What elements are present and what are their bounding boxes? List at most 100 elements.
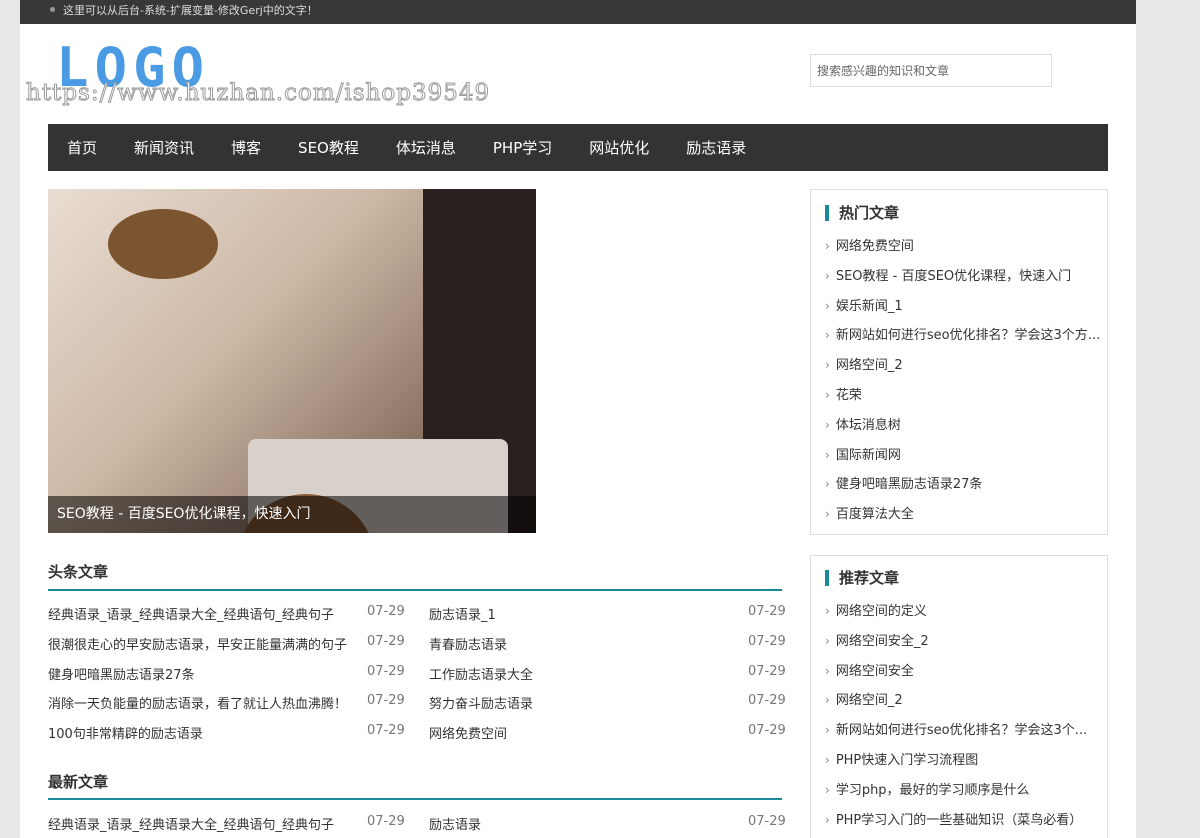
sidebar-article-label: 学习php，最好的学习顺序是什么 [835, 782, 1030, 798]
article-link[interactable]: 经典语录_语录_经典语录大全_经典语句_经典句子 [48, 814, 334, 833]
article-link[interactable]: 努力奋斗励志语录 [429, 693, 533, 712]
sidebar-article-link[interactable]: › 学习php，最好的学习顺序是什么 [825, 779, 1101, 798]
chevron-right-icon: › [825, 298, 830, 313]
article-link[interactable]: 健身吧暗黑励志语录27条 [48, 664, 195, 683]
nav-item[interactable]: 首页 [67, 137, 97, 158]
nav-item[interactable]: SEO教程 [298, 137, 359, 158]
sidebar-article-link[interactable]: › 百度算法大全 [825, 503, 1101, 522]
chevron-right-icon: › [825, 782, 830, 797]
article-link[interactable]: 经典语录_语录_经典语录大全_经典语句_经典句子 [48, 604, 334, 623]
section-title-headline: 头条文章 [48, 563, 109, 581]
sidebar-article-link[interactable]: › 网络免费空间 [825, 235, 1101, 254]
section-divider [48, 589, 782, 591]
sidebar-article-link[interactable]: › 国际新闻网 [825, 444, 1101, 463]
watermark: https://www.huzhan.com/ishop39549 [25, 80, 491, 107]
nav-item[interactable]: 励志语录 [686, 137, 746, 158]
article-link[interactable]: 很潮很走心的早安励志语录，早安正能量满满的句子 [48, 634, 347, 653]
nav-item[interactable]: 博客 [231, 137, 261, 158]
chevron-right-icon: › [825, 812, 830, 827]
nav-item[interactable]: 网站优化 [589, 137, 649, 158]
sidebar-article-label: SEO教程 - 百度SEO优化课程，快速入门 [835, 268, 1072, 284]
article-link[interactable]: 100句非常精辟的励志语录 [48, 723, 203, 742]
chevron-right-icon: › [825, 268, 830, 283]
sidebar-article-label: 娱乐新闻_1 [835, 298, 903, 314]
chevron-right-icon: › [825, 447, 830, 462]
article-link[interactable]: 网络免费空间 [429, 723, 507, 742]
article-date: 07-29 [748, 814, 786, 829]
search-input[interactable] [810, 54, 1052, 87]
chevron-right-icon: › [825, 604, 830, 618]
chevron-right-icon: › [825, 358, 830, 373]
sidebar-article-link[interactable]: › 健身吧暗黑励志语录27条 [825, 473, 1101, 492]
top-bar-text: 这里可以从后台-系统-扩展变量-修改Gerj中的文字！ [63, 4, 318, 17]
chevron-right-icon: › [825, 328, 830, 343]
sidebar-article-link[interactable]: › 网络空间_2 [825, 689, 1101, 708]
article-date: 07-29 [748, 693, 786, 709]
nav-item[interactable]: 体坛消息 [396, 137, 456, 158]
page: 这里可以从后台-系统-扩展变量-修改Gerj中的文字！ LOGO https:/… [20, 0, 1136, 838]
article-link[interactable]: 励志语录 [429, 814, 481, 833]
main-nav: 首页 新闻资讯 博客 SEO教程 体坛消息 PHP学习 网站优化 励志语录 [48, 124, 1108, 171]
hero-caption[interactable]: SEO教程 - 百度SEO优化课程，快速入门 [48, 496, 536, 533]
nav-item[interactable]: PHP学习 [493, 137, 552, 158]
sidebar-article-label: 花荣 [835, 388, 862, 403]
article-date: 07-29 [367, 693, 405, 709]
section-title-latest: 最新文章 [48, 773, 109, 791]
article-link[interactable]: 青春励志语录 [429, 634, 507, 653]
sidebar-article-label: 百度算法大全 [835, 507, 914, 523]
sidebar-article-link[interactable]: › SEO教程 - 百度SEO优化课程，快速入门 [825, 265, 1101, 284]
hot-articles-box: 热门文章 › 网络免费空间 › SEO教程 - 百度SEO优化课程，快速入门 › 娱乐新闻… [810, 189, 1108, 535]
article-date: 07-29 [748, 633, 786, 649]
article-date: 07-29 [367, 814, 405, 829]
chevron-right-icon: › [825, 417, 830, 432]
sidebar-article-link[interactable]: › 娱乐新闻_1 [825, 295, 1101, 314]
sidebar-article-link[interactable]: › 网络空间安全 [825, 660, 1101, 679]
article-date: 07-29 [367, 633, 405, 649]
chevron-right-icon: › [825, 239, 830, 253]
sidebar-article-link[interactable]: › PHP快速入门学习流程图 [825, 749, 1101, 768]
chevron-right-icon: › [825, 477, 830, 492]
sidebar-article-link[interactable]: › 新网站如何进行seo优化排名？学会这3个... [825, 719, 1101, 738]
sidebar-article-link[interactable]: › 花荣 [825, 384, 1101, 403]
article-date: 07-29 [748, 604, 786, 619]
article-link[interactable]: 励志语录_1 [429, 604, 496, 623]
nav-item[interactable]: 新闻资讯 [134, 137, 194, 158]
sidebar-article-label: 国际新闻网 [835, 447, 901, 463]
bullet-icon [50, 7, 55, 12]
sidebar-article-link[interactable]: › 网络空间_2 [825, 354, 1101, 373]
chevron-right-icon: › [825, 723, 830, 738]
chevron-right-icon: › [825, 693, 830, 708]
chevron-right-icon: › [825, 753, 830, 767]
sidebar-article-label: 网络免费空间 [835, 239, 914, 254]
hot-articles-title: 热门文章 [825, 205, 899, 221]
sidebar-article-link[interactable]: › 网络空间的定义 [825, 600, 1101, 619]
sidebar-article-label: PHP快速入门学习流程图 [835, 753, 979, 768]
article-link[interactable]: 消除一天负能量的励志语录，看了就让人热血沸腾！ [48, 693, 347, 712]
article-link[interactable]: 工作励志语录大全 [429, 664, 533, 683]
sidebar-article-link[interactable]: › 网络空间安全_2 [825, 630, 1101, 649]
sidebar-article-label: 健身吧暗黑励志语录27条 [835, 477, 983, 493]
top-bar: 这里可以从后台-系统-扩展变量-修改Gerj中的文字！ [20, 0, 1136, 24]
chevron-right-icon: › [825, 663, 830, 678]
sidebar-article-label: 网络空间_2 [835, 358, 903, 374]
sidebar-article-label: 新网站如何进行seo优化排名？学会这3个... [835, 723, 1088, 739]
sidebar-article-link[interactable]: › PHP学习入门的一些基础知识（菜鸟必看） [825, 809, 1101, 828]
sidebar-article-label: 网络空间_2 [835, 693, 903, 709]
section-divider [48, 798, 782, 800]
sidebar-article-label: 网络空间安全_2 [835, 633, 929, 649]
chevron-right-icon: › [825, 507, 830, 522]
article-date: 07-29 [367, 723, 405, 739]
article-date: 07-29 [748, 663, 786, 679]
hero-image[interactable]: SEO教程 - 百度SEO优化课程，快速入门 [48, 189, 536, 533]
sidebar-article-label: PHP学习入门的一些基础知识（菜鸟必看） [835, 812, 1083, 828]
hero-image-shape [108, 209, 218, 279]
sidebar-article-link[interactable]: › 体坛消息树 [825, 414, 1101, 433]
recommend-articles-title: 推荐文章 [825, 570, 899, 586]
sidebar-article-label: 网络空间安全 [835, 663, 914, 679]
sidebar-article-label: 新网站如何进行seo优化排名？学会这3个方... [835, 328, 1101, 344]
sidebar-article-label: 体坛消息树 [835, 417, 901, 433]
chevron-right-icon: › [825, 388, 830, 402]
article-date: 07-29 [748, 723, 786, 739]
chevron-right-icon: › [825, 633, 830, 648]
sidebar-article-link[interactable]: › 新网站如何进行seo优化排名？学会这3个方... [825, 324, 1101, 343]
